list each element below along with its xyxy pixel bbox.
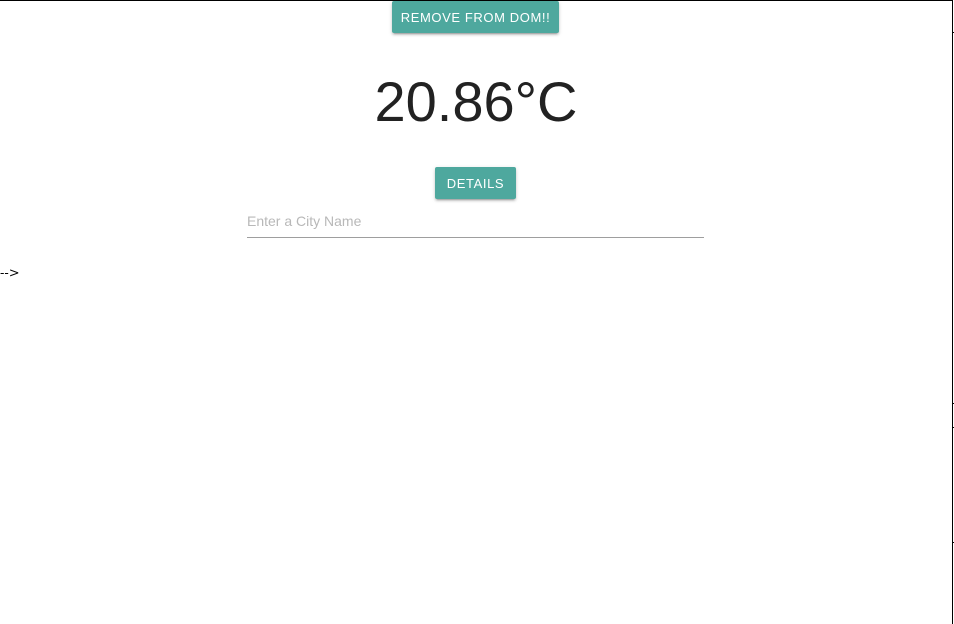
temperature-display: 20.86°C: [374, 70, 578, 133]
stray-comment-text: -->: [0, 266, 20, 281]
remove-from-dom-button[interactable]: REMOVE FROM DOM!!: [392, 1, 559, 33]
viewport-right-border: [952, 0, 953, 624]
city-name-input[interactable]: [247, 204, 704, 238]
details-button[interactable]: DETAILS: [435, 167, 516, 199]
